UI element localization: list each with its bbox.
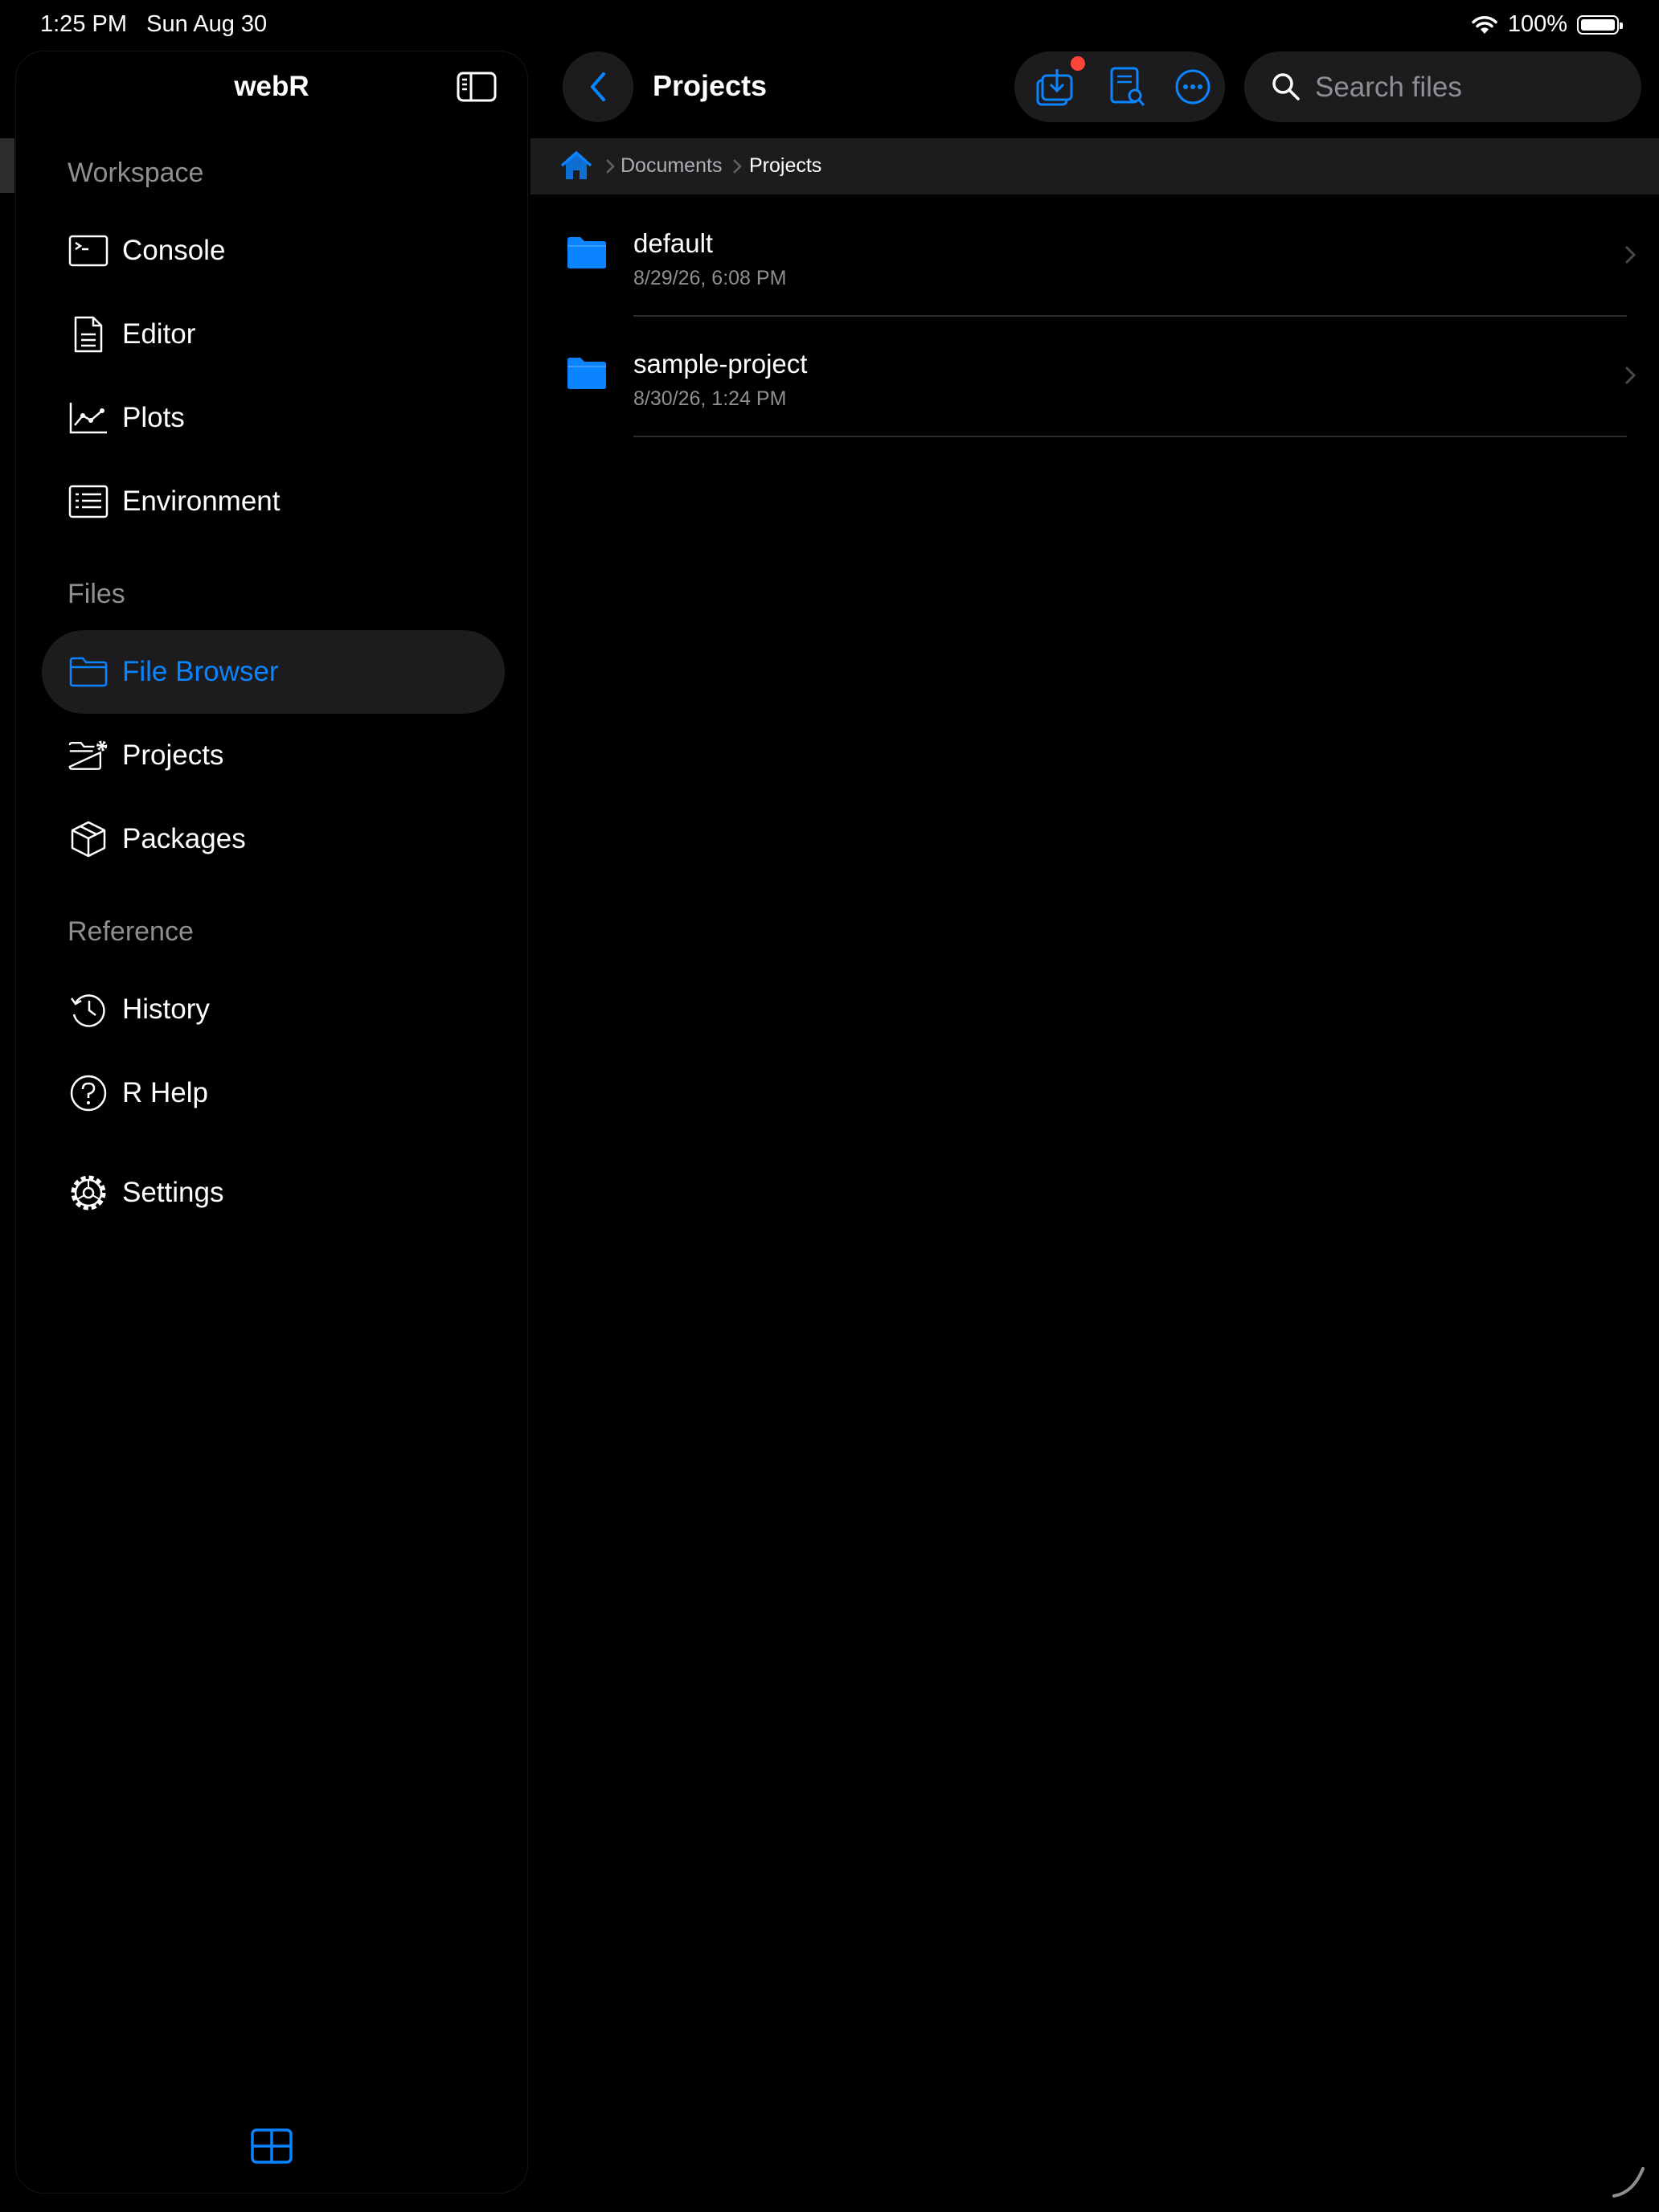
row-divider — [633, 436, 1627, 437]
notification-badge — [1071, 56, 1085, 71]
wifi-icon — [1472, 15, 1497, 34]
sidebar-item-console[interactable]: Console — [42, 209, 505, 293]
battery-icon — [1577, 14, 1623, 35]
file-name: default — [633, 228, 714, 258]
document-icon — [68, 313, 109, 355]
sidebar-item-settings[interactable]: Settings — [42, 1151, 505, 1235]
folder-icon — [68, 651, 109, 693]
search-icon — [1272, 73, 1300, 100]
sidebar-title: webR — [234, 71, 309, 102]
sidebar-item-label: Editor — [122, 318, 196, 350]
sidebar-item-file-browser[interactable]: File Browser — [42, 630, 505, 714]
help-icon — [68, 1072, 109, 1114]
package-icon — [68, 818, 109, 860]
document-search-button[interactable] — [1104, 64, 1149, 109]
status-right: 100% — [1471, 11, 1623, 38]
sidebar-item-packages[interactable]: Packages — [42, 797, 505, 881]
back-button[interactable] — [563, 51, 633, 122]
ellipsis-circle-icon — [1175, 69, 1210, 104]
more-button[interactable] — [1170, 64, 1215, 109]
sidebar-item-label: File Browser — [122, 656, 279, 687]
folder-gear-icon — [68, 735, 109, 776]
breadcrumb-item-projects: Projects — [749, 154, 822, 177]
list-icon — [68, 481, 109, 522]
file-date: 8/30/26, 1:24 PM — [633, 387, 787, 410]
sidebar-item-history[interactable]: History — [42, 968, 505, 1051]
sidebar-item-label: R Help — [122, 1077, 208, 1108]
breadcrumb-item-documents[interactable]: Documents — [621, 154, 722, 178]
sidebar-item-label: Environment — [122, 485, 281, 517]
section-label-workspace: Workspace — [68, 158, 204, 188]
sidebar-toggle-icon[interactable] — [457, 71, 497, 103]
download-tray-icon — [1036, 69, 1073, 106]
toolbar-group — [1014, 51, 1225, 122]
file-name: sample-project — [633, 349, 808, 379]
history-icon — [68, 989, 109, 1030]
folder-icon — [567, 358, 606, 389]
folder-icon — [567, 237, 606, 268]
sidebar-item-label: Packages — [122, 823, 246, 854]
sidebar-item-label: Projects — [122, 739, 224, 771]
sidebar-item-label: Plots — [122, 402, 185, 433]
sidebar-item-label: Console — [122, 235, 226, 266]
sidebar-item-projects[interactable]: Projects — [42, 714, 505, 797]
resize-handle-icon[interactable] — [1609, 2162, 1648, 2201]
sidebar-item-plots[interactable]: Plots — [42, 376, 505, 460]
file-date: 8/29/26, 6:08 PM — [633, 267, 787, 289]
chevron-right-icon — [606, 159, 615, 174]
home-icon[interactable] — [559, 150, 593, 182]
document-search-icon — [1110, 67, 1145, 106]
chevron-left-icon — [591, 72, 605, 101]
chevron-right-icon — [733, 159, 742, 174]
sidebar-item-r-help[interactable]: R Help — [42, 1051, 505, 1135]
page-title: Projects — [653, 69, 768, 102]
gear-icon — [68, 1172, 109, 1214]
section-label-reference: Reference — [68, 916, 194, 947]
sidebar-item-label: History — [122, 993, 210, 1025]
chevron-right-icon — [1624, 366, 1636, 385]
search-input[interactable] — [1313, 51, 1622, 124]
sidebar: webR Workspace Console Editor Plots Envi… — [16, 51, 527, 2193]
chevron-right-icon — [1624, 245, 1636, 264]
window-edge-indicator — [0, 138, 14, 193]
sidebar-item-editor[interactable]: Editor — [42, 293, 505, 376]
sidebar-item-environment[interactable]: Environment — [42, 460, 505, 543]
import-button[interactable] — [1032, 64, 1077, 109]
breadcrumb: Documents Projects — [530, 138, 1659, 195]
battery-percent: 100% — [1507, 11, 1567, 37]
terminal-icon — [68, 230, 109, 272]
status-bar: 1:25 PM Sun Aug 30 100% — [0, 0, 1659, 51]
grid-layout-icon[interactable] — [251, 2128, 293, 2164]
list-item[interactable]: sample-project 8/30/26, 1:24 PM — [530, 317, 1659, 437]
list-item[interactable]: default 8/29/26, 6:08 PM — [530, 196, 1659, 317]
search-field[interactable] — [1244, 51, 1641, 124]
section-label-files: Files — [68, 579, 125, 609]
status-time: 1:25 PM Sun Aug 30 — [40, 11, 268, 37]
sidebar-item-label: Settings — [122, 1177, 224, 1208]
chart-line-icon — [68, 397, 109, 439]
